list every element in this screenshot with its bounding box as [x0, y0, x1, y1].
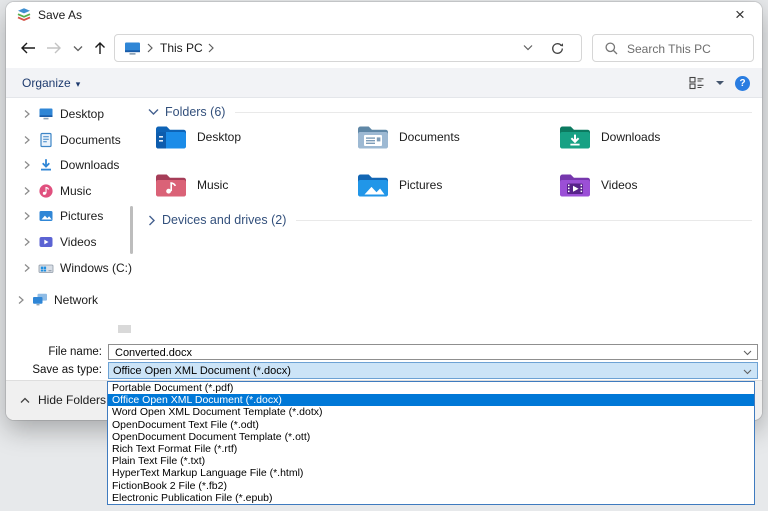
folder-tile-documents[interactable]: Documents	[356, 122, 546, 152]
documents-icon	[38, 132, 54, 148]
navigation-bar: This PC	[6, 28, 762, 68]
file-type-option[interactable]: OpenDocument Document Template (*.ott)	[108, 431, 754, 443]
folder-tile-desktop[interactable]: Desktop	[154, 122, 344, 152]
organize-button[interactable]: Organize▾	[22, 68, 80, 98]
close-icon[interactable]: ×	[726, 3, 754, 27]
this-pc-icon	[124, 41, 141, 56]
search-box[interactable]	[592, 34, 754, 62]
content-area: Desktop Documents Downloads Music Pictur	[6, 98, 762, 340]
file-type-option[interactable]: Word Open XML Document Template (*.dotx)	[108, 406, 754, 418]
group-divider	[296, 220, 752, 221]
group-divider	[235, 112, 752, 113]
expand-chevron-icon[interactable]	[22, 160, 32, 170]
downloads-icon	[38, 157, 54, 173]
expand-chevron-icon[interactable]	[16, 295, 26, 305]
file-name-combo[interactable]	[108, 344, 758, 360]
search-icon	[604, 41, 619, 56]
sidebar-item-network[interactable]: Network	[6, 289, 98, 311]
network-icon	[32, 292, 48, 308]
expand-chevron-icon[interactable]	[22, 109, 32, 119]
videos-icon	[38, 234, 54, 250]
file-type-dropdown-list: Portable Document (*.pdf) Office Open XM…	[107, 381, 755, 505]
view-details-icon[interactable]	[689, 76, 705, 90]
save-as-type-combo[interactable]: Office Open XML Document (*.docx)	[108, 362, 758, 379]
forward-button[interactable]	[42, 36, 66, 60]
music-folder-icon	[154, 171, 188, 199]
file-type-option[interactable]: Portable Document (*.pdf)	[108, 382, 754, 394]
file-type-option[interactable]: Electronic Publication File (*.epub)	[108, 492, 754, 504]
expand-chevron-icon[interactable]	[22, 237, 32, 247]
file-type-option-selected[interactable]: Office Open XML Document (*.docx)	[108, 394, 754, 406]
sidebar-item-downloads[interactable]: Downloads	[6, 154, 119, 176]
up-button[interactable]	[88, 36, 112, 60]
breadcrumb-this-pc[interactable]: This PC	[160, 35, 203, 61]
expand-chevron-icon[interactable]	[22, 135, 32, 145]
sidebar-item-desktop[interactable]: Desktop	[6, 103, 104, 125]
breadcrumb-separator-icon	[147, 43, 153, 53]
sidebar-item-windows-c[interactable]: Windows (C:)	[6, 257, 132, 279]
group-header-folders[interactable]: Folders (6)	[148, 104, 754, 120]
chevron-up-icon	[20, 397, 30, 404]
file-type-option[interactable]: Plain Text File (*.txt)	[108, 455, 754, 467]
save-as-screen: Save As × T	[0, 0, 768, 511]
file-type-option[interactable]: OpenDocument Text File (*.odt)	[108, 419, 754, 431]
recent-locations-chevron-icon[interactable]	[66, 36, 90, 60]
chevron-down-icon[interactable]	[743, 350, 752, 356]
pictures-icon	[38, 208, 54, 224]
file-name-input[interactable]	[113, 345, 717, 361]
back-button[interactable]	[16, 36, 40, 60]
chevron-down-icon	[148, 108, 159, 116]
file-type-option[interactable]: FictionBook 2 File (*.fb2)	[108, 480, 754, 492]
save-as-dialog: Save As × T	[6, 2, 762, 420]
file-type-option[interactable]: HyperText Markup Language File (*.html)	[108, 467, 754, 479]
file-form-area: File name: Save as type: Office Open XML…	[6, 340, 762, 380]
expand-chevron-icon[interactable]	[22, 263, 32, 273]
documents-folder-icon	[356, 123, 390, 151]
drive-icon	[38, 260, 54, 276]
videos-folder-icon	[558, 171, 592, 199]
save-as-type-label: Save as type:	[6, 364, 102, 376]
group-header-devices[interactable]: Devices and drives (2)	[148, 212, 754, 228]
sidebar-item-videos[interactable]: Videos	[6, 231, 96, 253]
music-icon	[38, 183, 54, 199]
sidebar-item-music[interactable]: Music	[6, 180, 91, 202]
file-name-label: File name:	[6, 346, 102, 358]
pictures-folder-icon	[356, 171, 390, 199]
address-dropdown-chevron-icon[interactable]	[523, 44, 533, 51]
folder-tile-music[interactable]: Music	[154, 170, 344, 200]
sidebar-scrollbar-thumb[interactable]	[130, 206, 133, 254]
view-options-chevron-icon[interactable]	[715, 80, 725, 87]
search-input[interactable]	[625, 36, 751, 62]
help-icon[interactable]: ?	[735, 76, 750, 91]
breadcrumb-separator-icon[interactable]	[208, 43, 214, 53]
app-icon	[16, 7, 32, 23]
downloads-folder-icon	[558, 123, 592, 151]
chevron-right-icon	[148, 215, 156, 226]
folder-tile-pictures[interactable]: Pictures	[356, 170, 546, 200]
window-title: Save As	[38, 2, 82, 28]
expand-chevron-icon[interactable]	[22, 211, 32, 221]
desktop-icon	[38, 106, 54, 122]
save-as-type-value: Office Open XML Document (*.docx)	[113, 365, 291, 377]
sidebar-item-pictures[interactable]: Pictures	[6, 205, 103, 227]
command-toolbar: Organize▾ ?	[6, 68, 762, 98]
title-bar: Save As ×	[6, 2, 762, 28]
address-bar[interactable]: This PC	[114, 34, 582, 62]
sidebar-hscrollbar-thumb[interactable]	[118, 325, 131, 333]
refresh-icon[interactable]	[550, 41, 565, 56]
desktop-folder-icon	[154, 123, 188, 151]
file-type-option[interactable]: Rich Text Format File (*.rtf)	[108, 443, 754, 455]
sidebar-item-documents[interactable]: Documents	[6, 129, 121, 151]
chevron-down-icon[interactable]	[743, 369, 752, 375]
folder-tile-videos[interactable]: Videos	[558, 170, 748, 200]
organize-dropdown-icon: ▾	[76, 79, 81, 89]
expand-chevron-icon[interactable]	[22, 186, 32, 196]
folder-tile-downloads[interactable]: Downloads	[558, 122, 748, 152]
hide-folders-button[interactable]: Hide Folders	[20, 393, 106, 407]
